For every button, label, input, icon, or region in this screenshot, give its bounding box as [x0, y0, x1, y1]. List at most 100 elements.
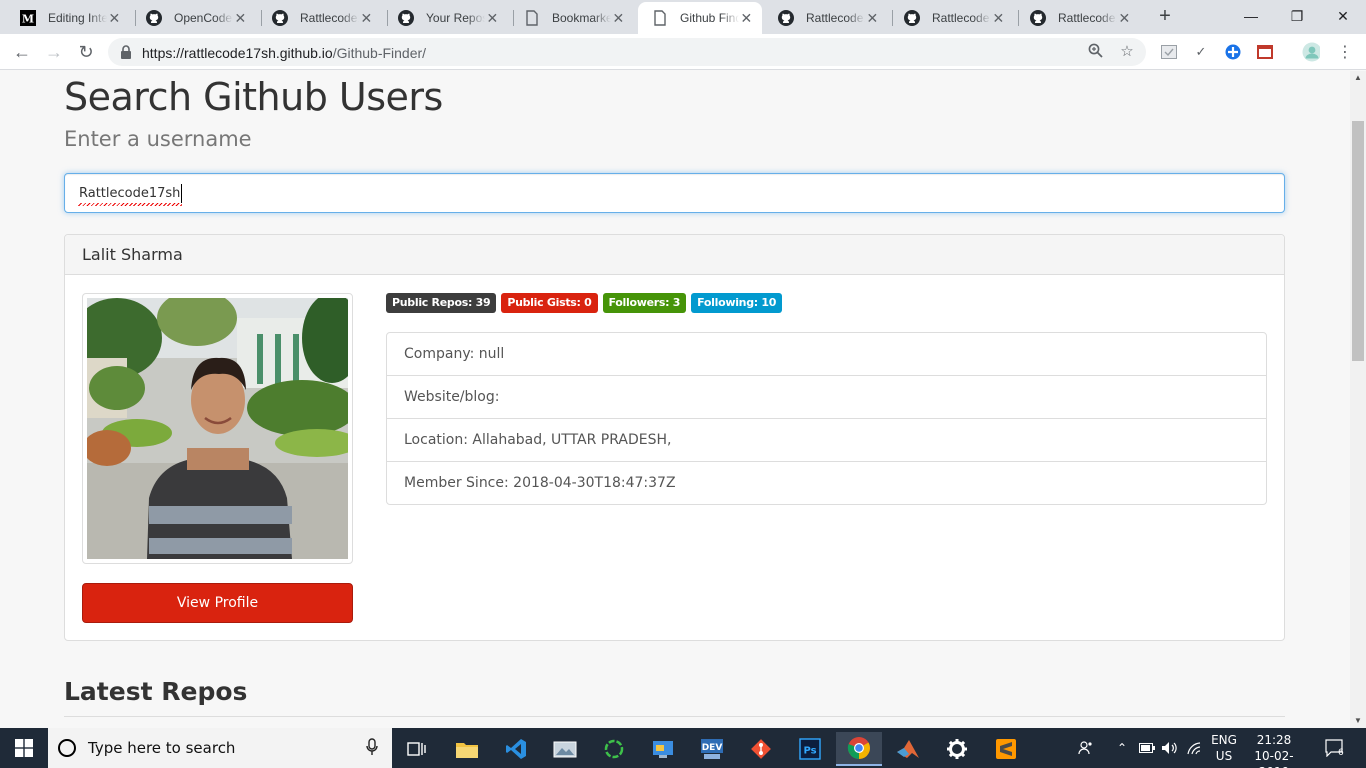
notification-center-icon[interactable]: 6: [1322, 728, 1348, 768]
close-icon[interactable]: ✕: [107, 10, 122, 26]
close-icon[interactable]: ✕: [359, 10, 374, 26]
matlab-icon[interactable]: [885, 732, 931, 766]
zoom-icon[interactable]: [1086, 43, 1104, 61]
language-indicator[interactable]: ENG US: [1208, 732, 1240, 764]
tab-title: Rattlecode1: [806, 11, 865, 25]
list-item-member-since: Member Since: 2018-04-30T18:47:37Z: [404, 475, 676, 491]
tab-rattlecode-1[interactable]: Rattlecode1 ✕: [258, 2, 382, 34]
tab-github-finder[interactable]: Github Find ✕: [638, 2, 762, 34]
tab-your-repos[interactable]: Your Repos ✕: [384, 2, 508, 34]
chevron-up-icon[interactable]: ⌃: [1112, 728, 1132, 768]
vscode-icon[interactable]: [493, 732, 539, 766]
profile-avatar[interactable]: [1302, 42, 1320, 62]
profile-panel: Lalit Sharma View Profile Public Repos: …: [64, 234, 1285, 641]
start-button[interactable]: [0, 728, 48, 768]
new-tab-button[interactable]: +: [1154, 6, 1176, 28]
scroll-down-arrow-icon[interactable]: ▼: [1350, 714, 1366, 728]
spellcheck-underline: [78, 203, 182, 206]
page-scrollbar[interactable]: ▲ ▼: [1350, 71, 1366, 728]
address-bar[interactable]: https://rattlecode17sh.github.io/Github-…: [108, 38, 1146, 66]
list-item-website: Website/blog:: [387, 376, 1266, 419]
extension-icon[interactable]: [1256, 43, 1274, 61]
cortana-icon: [58, 739, 76, 757]
github-icon: [1030, 10, 1046, 26]
tab-title: OpenCode: [174, 11, 233, 25]
scroll-up-arrow-icon[interactable]: ▲: [1350, 71, 1366, 85]
reload-button[interactable]: ↻: [74, 40, 98, 64]
page-content: Search Github Users Enter a username Lal…: [0, 71, 1350, 728]
taskbar-search-box[interactable]: Type here to search: [48, 728, 392, 768]
tab-rattlecode-4[interactable]: Rattlecode1 ✕: [1016, 2, 1140, 34]
close-icon[interactable]: ✕: [865, 10, 880, 26]
language-code: ENG: [1211, 733, 1237, 747]
tab-bookmarked[interactable]: Bookmarke ✕: [510, 2, 634, 34]
control-panel-icon[interactable]: [640, 732, 686, 766]
image-viewer-icon[interactable]: [542, 732, 588, 766]
tab-title: Github Find: [680, 11, 739, 25]
sublime-text-icon[interactable]: [983, 732, 1029, 766]
scroll-thumb[interactable]: [1352, 121, 1364, 361]
badge-followers: Followers: 3: [602, 293, 687, 313]
close-icon[interactable]: ✕: [1117, 10, 1132, 26]
svg-text:M: M: [22, 13, 34, 26]
stats-badges: Public Repos: 39 Public Gists: 0 Followe…: [386, 293, 783, 313]
maximize-button[interactable]: ❐: [1274, 0, 1320, 34]
badge-public-gists: Public Gists: 0: [501, 293, 598, 313]
github-icon: [398, 10, 414, 26]
username-search-input[interactable]: [64, 173, 1285, 213]
git-icon[interactable]: [738, 732, 784, 766]
latest-repos-heading: Latest Repos: [64, 677, 248, 706]
extension-icon[interactable]: [1160, 43, 1178, 61]
window-close-button[interactable]: ✕: [1320, 0, 1366, 34]
wifi-icon[interactable]: [1184, 728, 1206, 768]
tab-rattlecode-3[interactable]: Rattlecode1 ✕: [890, 2, 1014, 34]
back-button[interactable]: ←: [10, 40, 34, 64]
chrome-icon[interactable]: [836, 732, 882, 766]
settings-gear-icon[interactable]: [934, 732, 980, 766]
tab-title: Rattlecode1: [932, 11, 991, 25]
battery-icon[interactable]: [1138, 728, 1156, 768]
keyboard-region: US: [1215, 749, 1233, 763]
file-explorer-icon[interactable]: [444, 732, 490, 766]
system-clock[interactable]: 21:28 10-02-2019: [1244, 732, 1304, 768]
tab-rattlecode-2[interactable]: Rattlecode1 ✕: [764, 2, 888, 34]
clock-time: 21:28: [1256, 733, 1292, 747]
url-path: /Github-Finder/: [332, 45, 427, 61]
close-icon[interactable]: ✕: [739, 10, 754, 26]
people-icon[interactable]: [1074, 728, 1098, 768]
list-item-company: Company: null: [387, 333, 1266, 376]
clock-date: 10-02-2019: [1254, 749, 1294, 768]
notification-count: 6: [1338, 748, 1344, 757]
taskbar-search-placeholder: Type here to search: [88, 739, 236, 757]
cortex-icon[interactable]: [591, 732, 637, 766]
forward-button[interactable]: →: [42, 40, 66, 64]
photoshop-icon[interactable]: Ps: [787, 732, 833, 766]
tab-medium[interactable]: M Editing Inte ✕: [6, 2, 130, 34]
close-icon[interactable]: ✕: [991, 10, 1006, 26]
check-extension-icon[interactable]: ✓: [1192, 43, 1210, 61]
close-icon[interactable]: ✕: [485, 10, 500, 26]
dev-cpp-icon[interactable]: DEV: [689, 732, 735, 766]
menu-icon[interactable]: ⋮: [1336, 43, 1354, 61]
github-icon: [272, 10, 288, 26]
tab-opencode[interactable]: OpenCode ✕: [132, 2, 256, 34]
page-icon: [524, 10, 540, 26]
tab-title: Rattlecode1: [1058, 11, 1117, 25]
bookmark-star-icon[interactable]: ☆: [1118, 43, 1136, 61]
page-title: Search Github Users: [64, 75, 443, 119]
close-icon[interactable]: ✕: [611, 10, 626, 26]
tab-title: Rattlecode1: [300, 11, 359, 25]
extension-icon[interactable]: [1224, 43, 1242, 61]
minimize-button[interactable]: —: [1228, 0, 1274, 34]
medium-icon: M: [20, 10, 36, 26]
github-icon: [904, 10, 920, 26]
tab-title: Bookmarke: [552, 11, 611, 25]
volume-icon[interactable]: [1160, 728, 1180, 768]
close-icon[interactable]: ✕: [233, 10, 248, 26]
task-view-icon[interactable]: [394, 732, 440, 766]
profile-photo: [87, 298, 348, 559]
github-icon: [146, 10, 162, 26]
microphone-icon[interactable]: [366, 738, 378, 760]
list-item-location: Location: Allahabad, UTTAR PRADESH,: [387, 419, 1266, 462]
view-profile-button[interactable]: View Profile: [82, 583, 353, 623]
